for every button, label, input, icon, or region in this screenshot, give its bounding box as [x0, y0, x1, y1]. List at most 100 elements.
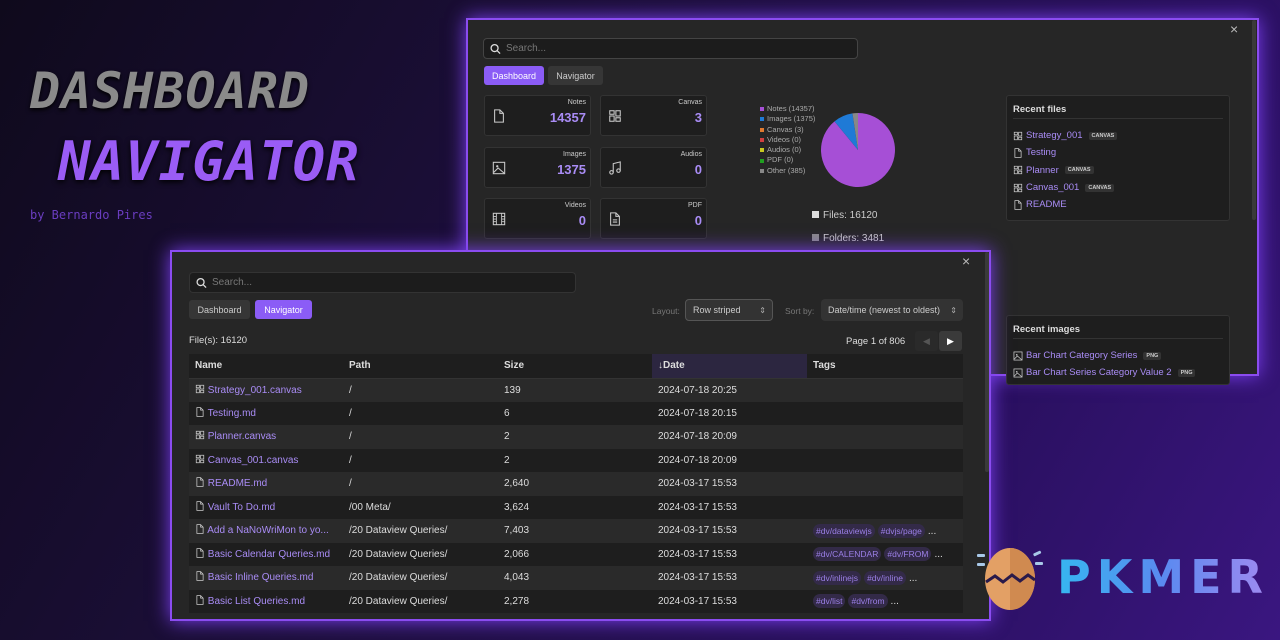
tag-chip[interactable]: #dv/CALENDAR [813, 547, 882, 562]
recent-file-name[interactable]: Canvas_001 [1026, 182, 1079, 193]
scrollbar[interactable] [985, 252, 989, 472]
more-tags[interactable]: ... [891, 596, 899, 607]
file-name[interactable]: Planner.canvas [208, 431, 276, 442]
column-header-4[interactable]: Tags [807, 354, 963, 379]
recent-file-item[interactable]: Canvas_001 CANVAS [1013, 179, 1223, 196]
file-name-cell[interactable]: Basic List Queries.md [189, 589, 343, 613]
stat-card-value: 0 [694, 162, 702, 177]
table-row[interactable]: Basic Inline Queries.md /20 Dataview Que… [189, 566, 963, 590]
path-cell: /20 Dataview Queries/ [343, 589, 498, 613]
table-row[interactable]: Canvas_001.canvas / 2 2024-07-18 20:09 [189, 448, 963, 472]
file-name-cell[interactable]: Testing.md [189, 401, 343, 425]
tag-chip[interactable]: #dv/inlinejs [813, 570, 862, 585]
file-name[interactable]: Basic Calendar Queries.md [208, 549, 330, 560]
tag-chip[interactable]: #dv/from [848, 594, 888, 609]
prev-page-button[interactable]: ◀ [915, 331, 938, 351]
layout-select[interactable]: Row striped ⇕ [685, 299, 773, 321]
recent-file-item[interactable]: Strategy_001 CANVAS [1013, 127, 1223, 144]
search-input[interactable]: Search... [483, 38, 858, 59]
image-icon [492, 161, 506, 175]
column-header-3[interactable]: ↓Date [652, 354, 807, 379]
table-row[interactable]: Testing.md / 6 2024-07-18 20:15 [189, 401, 963, 425]
stat-card-audios[interactable]: Audios 0 [600, 147, 707, 188]
tab-navigator[interactable]: Navigator [548, 66, 603, 85]
tag-chip[interactable]: #dv/dataviewjs [813, 523, 875, 538]
table-row[interactable]: Basic Calendar Queries.md /20 Dataview Q… [189, 542, 963, 566]
more-tags[interactable]: ... [909, 573, 917, 584]
file-name-cell[interactable]: Canvas_001.canvas [189, 448, 343, 472]
table-row[interactable]: Vault To Do.md /00 Meta/ 3,624 2024-03-1… [189, 495, 963, 519]
file-name-cell[interactable]: Basic Inline Queries.md [189, 566, 343, 590]
more-tags[interactable]: ... [928, 526, 936, 537]
legend-item: PDF (0) [760, 155, 815, 165]
canvas-icon [195, 384, 205, 393]
stat-card-notes[interactable]: Notes 14357 [484, 95, 591, 136]
recent-file-item[interactable]: README [1013, 196, 1223, 213]
image-icon [1013, 368, 1023, 378]
next-page-button[interactable]: ▶ [939, 331, 962, 351]
file-name[interactable]: Basic List Queries.md [208, 596, 305, 607]
page-info: Page 1 of 806 [846, 336, 906, 347]
tag-chip[interactable]: #dvjs/page [877, 523, 925, 538]
scrollbar[interactable] [1252, 20, 1256, 220]
sort-select[interactable]: Date/time (newest to oldest) ⇕ [821, 299, 963, 321]
recent-file-name[interactable]: Strategy_001 [1026, 130, 1083, 141]
stat-card-canvas[interactable]: Canvas 3 [600, 95, 707, 136]
path-cell: /20 Dataview Queries/ [343, 519, 498, 543]
stat-card-pdf[interactable]: PDF 0 [600, 198, 707, 239]
tag-chip[interactable]: #dv/inline [864, 570, 906, 585]
file-name[interactable]: Add a NaNoWriMon to yo... [207, 525, 329, 536]
file-type-badge: PNG [1143, 351, 1162, 360]
legend-swatch [760, 127, 764, 132]
path-cell: /20 Dataview Queries/ [343, 542, 498, 566]
file-name[interactable]: Vault To Do.md [208, 502, 275, 513]
file-name[interactable]: README.md [208, 478, 267, 489]
recent-file-item[interactable]: Testing [1013, 144, 1223, 161]
legend-swatch [760, 158, 764, 163]
tab-dashboard[interactable]: Dashboard [484, 66, 544, 85]
file-name-cell[interactable]: Basic Calendar Queries.md [189, 542, 343, 566]
file-name-cell[interactable]: Planner.canvas [189, 425, 343, 449]
recent-image-name[interactable]: Bar Chart Category Series [1026, 350, 1137, 361]
column-header-0[interactable]: Name [189, 354, 343, 379]
files-stat-text: Files: 16120 [823, 210, 878, 221]
search-input[interactable]: Search... [189, 272, 576, 293]
file-icon [196, 548, 204, 558]
recent-file-name[interactable]: README [1026, 199, 1067, 210]
recent-image-name[interactable]: Bar Chart Series Category Value 2 [1026, 367, 1172, 378]
recent-image-item[interactable]: Bar Chart Series Category Value 2 PNG [1013, 364, 1223, 381]
file-name-cell[interactable]: Vault To Do.md [189, 495, 343, 519]
close-button[interactable]: × [962, 253, 970, 269]
tab-dashboard[interactable]: Dashboard [189, 300, 250, 319]
column-header-1[interactable]: Path [343, 354, 498, 379]
recent-file-name[interactable]: Planner [1026, 165, 1059, 176]
recent-image-item[interactable]: Bar Chart Category Series PNG [1013, 347, 1223, 364]
table-row[interactable]: Strategy_001.canvas / 139 2024-07-18 20:… [189, 378, 963, 402]
table-row[interactable]: Basic List Queries.md /20 Dataview Queri… [189, 589, 963, 613]
tag-chip[interactable]: #dv/FROM [884, 547, 932, 562]
tab-navigator[interactable]: Navigator [255, 300, 312, 319]
column-header-2[interactable]: Size [498, 354, 652, 379]
file-name[interactable]: Testing.md [208, 408, 256, 419]
stat-card-images[interactable]: Images 1375 [484, 147, 591, 188]
close-button[interactable]: × [1230, 21, 1238, 37]
size-cell: 2 [498, 425, 652, 449]
more-tags[interactable]: ... [934, 549, 942, 560]
file-name[interactable]: Canvas_001.canvas [208, 455, 299, 466]
file-icon [494, 109, 504, 123]
file-name-cell[interactable]: README.md [189, 472, 343, 496]
table-row[interactable]: Add a NaNoWriMon to yo... /20 Dataview Q… [189, 519, 963, 543]
recent-file-name[interactable]: Testing [1026, 147, 1056, 158]
table-row[interactable]: Planner.canvas / 2 2024-07-18 20:09 [189, 425, 963, 449]
file-name[interactable]: Strategy_001.canvas [208, 385, 302, 396]
file-type-badge: CANVAS [1085, 183, 1115, 192]
search-placeholder: Search... [506, 43, 547, 54]
file-name-cell[interactable]: Strategy_001.canvas [189, 378, 343, 402]
stat-card-label: PDF [688, 202, 702, 209]
file-name-cell[interactable]: Add a NaNoWriMon to yo... [189, 519, 343, 543]
stat-card-videos[interactable]: Videos 0 [484, 198, 591, 239]
file-name[interactable]: Basic Inline Queries.md [208, 572, 314, 583]
tag-chip[interactable]: #dv/list [813, 594, 846, 609]
table-row[interactable]: README.md / 2,640 2024-03-17 15:53 [189, 472, 963, 496]
recent-file-item[interactable]: Planner CANVAS [1013, 162, 1223, 179]
